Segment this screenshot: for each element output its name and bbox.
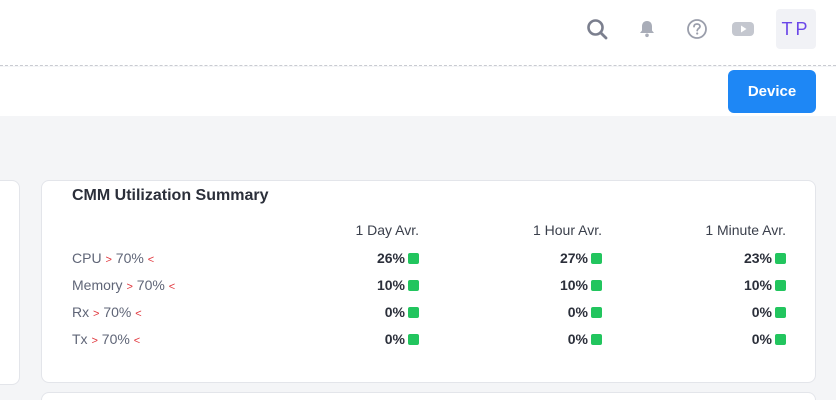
status-indicator — [408, 279, 419, 291]
threshold-gt: > — [91, 335, 98, 347]
cpu-minute-cell: 23% — [744, 249, 786, 267]
column-header-day: 1 Day Avr. — [355, 222, 419, 238]
threshold-gt: > — [105, 254, 112, 266]
memory-hour-value: 10% — [559, 277, 588, 293]
status-indicator — [775, 333, 786, 345]
tx-minute-cell: 0% — [752, 330, 786, 348]
top-header: TP — [0, 0, 836, 66]
status-indicator — [775, 306, 786, 318]
status-indicator — [775, 279, 786, 291]
cpu-day-cell: 26% — [377, 249, 419, 267]
memory-day-cell: 10% — [377, 276, 419, 294]
threshold-lt: < — [133, 335, 141, 347]
help-icon[interactable] — [685, 17, 709, 41]
threshold-value: 70% — [103, 304, 132, 320]
threshold-lt: < — [135, 308, 142, 320]
memory-minute-value: 10% — [743, 277, 772, 293]
memory-hour-cell: 10% — [560, 276, 602, 294]
status-indicator — [775, 252, 786, 264]
tx-minute-value: 0% — [751, 331, 772, 347]
next-card — [41, 392, 816, 400]
metric-name: Memory — [72, 277, 123, 293]
row-label-memory: Memory > 70% < — [72, 277, 175, 293]
status-indicator — [408, 306, 419, 318]
cpu-hour-cell: 27% — [560, 249, 602, 267]
device-button[interactable]: Device — [728, 70, 816, 113]
row-label-tx: Tx > 70% < — [72, 331, 140, 347]
bell-icon[interactable] — [635, 17, 659, 41]
status-indicator — [591, 333, 602, 345]
side-card — [0, 180, 20, 385]
cpu-hour-value: 27% — [559, 250, 588, 266]
column-header-hour: 1 Hour Avr. — [532, 222, 602, 238]
search-icon[interactable] — [585, 17, 609, 41]
threshold-lt: < — [147, 254, 155, 266]
status-indicator — [591, 252, 602, 264]
video-icon[interactable] — [731, 17, 755, 41]
rx-hour-value: 0% — [567, 304, 588, 320]
row-label-rx: Rx > 70% < — [72, 304, 142, 320]
threshold-value: 70% — [101, 331, 130, 347]
rx-minute-value: 0% — [751, 304, 772, 320]
tx-hour-value: 0% — [567, 331, 588, 347]
threshold-value: 70% — [136, 277, 165, 293]
rx-minute-cell: 0% — [752, 303, 786, 321]
action-bar: Device — [0, 67, 836, 116]
threshold-gt: > — [126, 281, 133, 293]
tx-day-cell: 0% — [385, 330, 419, 348]
metric-name: Rx — [72, 304, 90, 320]
card-title: CMM Utilization Summary — [72, 187, 269, 204]
cmm-utilization-card: CMM Utilization Summary 1 Day Avr. 1 Hou… — [41, 180, 816, 383]
threshold-gt: > — [93, 308, 100, 320]
rx-day-cell: 0% — [385, 303, 419, 321]
status-indicator — [408, 252, 419, 264]
avatar-initials: TP — [781, 18, 811, 39]
row-label-cpu: CPU > 70% < — [72, 250, 154, 266]
cpu-day-value: 26% — [376, 250, 405, 266]
user-avatar[interactable]: TP — [776, 9, 816, 49]
threshold-value: 70% — [115, 250, 144, 266]
metric-name: CPU — [72, 250, 102, 266]
status-indicator — [591, 279, 602, 291]
tx-hour-cell: 0% — [568, 330, 602, 348]
memory-minute-cell: 10% — [744, 276, 786, 294]
memory-day-value: 10% — [376, 277, 405, 293]
cpu-minute-value: 23% — [743, 250, 772, 266]
tx-day-value: 0% — [384, 331, 405, 347]
rx-hour-cell: 0% — [568, 303, 602, 321]
rx-day-value: 0% — [384, 304, 405, 320]
status-indicator — [408, 333, 419, 345]
threshold-lt: < — [168, 281, 176, 293]
status-indicator — [591, 306, 602, 318]
column-header-minute: 1 Minute Avr. — [705, 222, 786, 238]
metric-name: Tx — [72, 331, 88, 347]
